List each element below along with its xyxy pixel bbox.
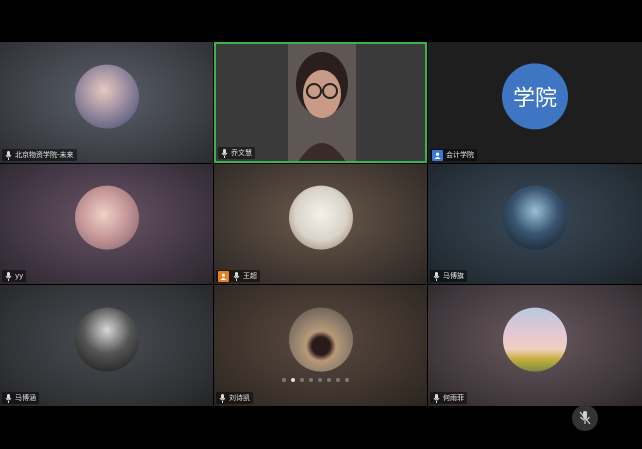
participant-name: 马博涵 [15,394,36,402]
participant-avatar [74,185,139,250]
participant-avatar [503,307,567,372]
participant-name-tag: 马博涵 [2,392,39,404]
page-dot[interactable] [336,378,340,382]
page-dot[interactable] [282,378,286,382]
mic-icon [432,393,440,403]
participant-name-tag: 王超 [216,270,260,282]
participant-name-tag: 乔文慧 [218,147,255,159]
participant-name-tag: 何雨菲 [430,392,467,404]
participant-name-tag: yy [2,270,27,282]
participant-tile[interactable]: 王超 [214,164,427,284]
participant-avatar-text: 学院 [502,62,568,129]
page-dot[interactable] [345,378,349,382]
page-dot[interactable] [309,378,313,382]
participant-name-tag: 北京物资学院-未来 [2,149,77,161]
participant-name: 乔文慧 [231,149,252,157]
page-dot[interactable] [327,378,331,382]
participant-name: 王超 [243,272,257,280]
participant-tile[interactable]: 马博涵 [0,285,213,406]
participant-name: 北京物资学院-未来 [15,151,74,159]
participant-name: 刘诗凯 [229,394,250,402]
participant-avatar [503,185,567,250]
mic-icon [220,148,228,158]
page-dot[interactable] [318,378,322,382]
mic-icon [232,271,240,281]
participant-name-tag: 马博旗 [430,270,467,282]
participant-avatar [288,307,353,372]
microphone-toggle-icon[interactable] [572,405,598,431]
mic-icon [4,271,12,281]
participant-name-tag: 会计学院 [430,149,477,161]
cohost-badge-icon [218,270,229,282]
participant-name: 会计学院 [446,151,474,159]
mic-icon [432,271,440,281]
participant-tile[interactable]: yy [0,164,213,284]
page-dot[interactable] [300,378,304,382]
participant-avatar [74,64,139,129]
participant-avatar [288,185,353,250]
participant-name-tag: 刘诗凯 [216,392,253,404]
video-grid: 北京物资学院-未来 乔文慧 学院 会计学院 yy 王超 马博旗 马博涵 刘诗凯 … [0,42,642,406]
participant-tile[interactable]: 马博旗 [428,164,642,284]
participant-tile[interactable]: 学院 会计学院 [428,42,642,163]
participant-name: 马博旗 [443,272,464,280]
participant-tile-active-speaker[interactable]: 乔文慧 [214,42,427,163]
mic-icon [218,393,226,403]
participant-name: 何雨菲 [443,394,464,402]
page-indicator[interactable] [282,378,349,382]
participant-tile[interactable]: 北京物资学院-未来 [0,42,213,163]
participant-video [288,44,356,161]
participant-name: yy [15,272,24,280]
mic-icon [4,150,12,160]
participant-avatar [74,307,139,372]
mic-icon [4,393,12,403]
top-bar [0,0,642,42]
page-dot-current[interactable] [291,378,295,382]
host-badge-icon [432,149,443,161]
participant-tile[interactable]: 何雨菲 [428,285,642,406]
participant-tile[interactable]: 刘诗凯 [214,285,427,406]
